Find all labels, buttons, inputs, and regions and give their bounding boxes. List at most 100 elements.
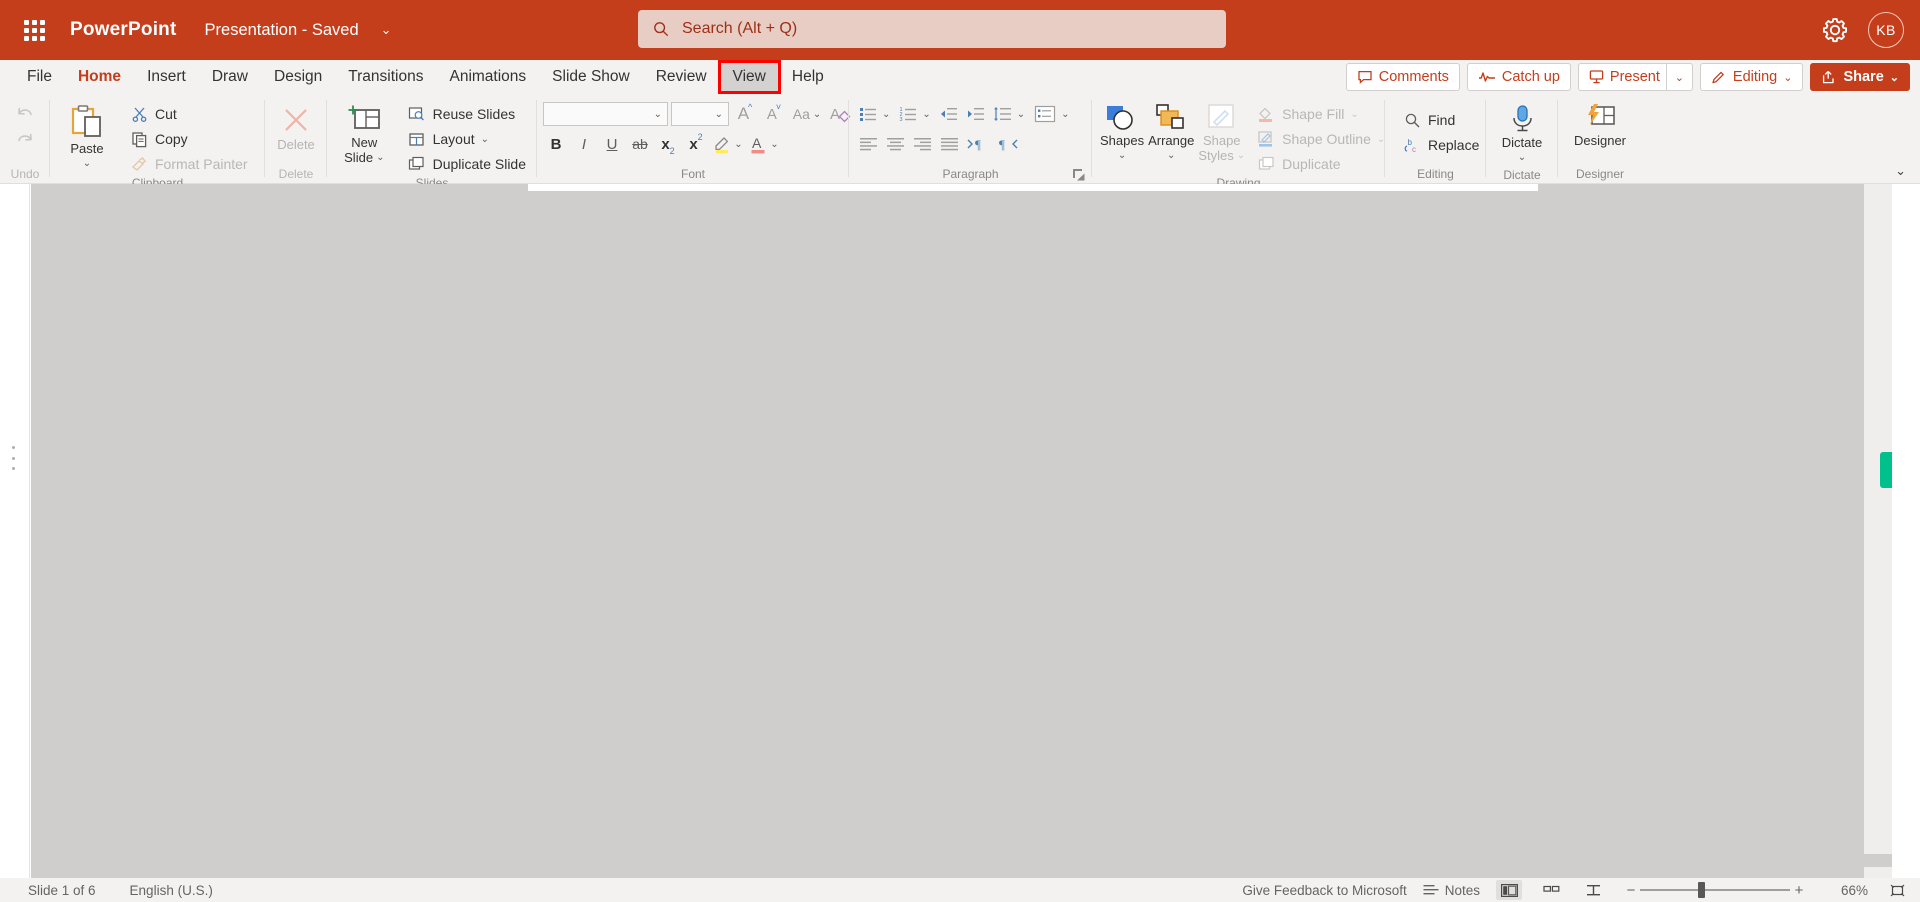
reuse-slides-button[interactable]: Reuse Slides	[402, 102, 531, 126]
slide-count-status[interactable]: Slide 1 of 6	[28, 883, 96, 898]
arrange-chevron-down-icon[interactable]: ⌄	[1167, 149, 1175, 163]
fit-to-window-button[interactable]	[1884, 880, 1910, 900]
text-highlight-button[interactable]: ⌄	[711, 132, 745, 156]
columns-button[interactable]	[1030, 102, 1060, 126]
superscript-button[interactable]: x 2	[683, 132, 709, 156]
slide-canvas[interactable]	[31, 184, 1892, 878]
tab-file[interactable]: File	[14, 62, 65, 92]
duplicate-slide-button[interactable]: Duplicate Slide	[402, 152, 531, 176]
subscript-button[interactable]: x 2	[655, 132, 681, 156]
tab-transitions[interactable]: Transitions	[335, 62, 436, 92]
cut-button[interactable]: Cut	[124, 102, 253, 126]
new-slide-chevron-down-icon[interactable]: ⌄	[376, 151, 384, 165]
bullets-button[interactable]	[855, 102, 881, 126]
zoom-in-button[interactable]: +	[1790, 882, 1808, 899]
language-status[interactable]: English (U.S.)	[130, 883, 213, 898]
present-chevron-down-icon[interactable]: ⌄	[1666, 64, 1692, 90]
increase-font-size-button[interactable]: A ^	[732, 102, 758, 126]
view-reading-button[interactable]	[1580, 880, 1606, 900]
underline-button[interactable]: U	[599, 132, 625, 156]
align-left-button[interactable]	[855, 132, 881, 156]
justify-button[interactable]	[936, 132, 962, 156]
zoom-slider[interactable]: − +	[1622, 882, 1808, 899]
search-box[interactable]: Search (Alt + Q)	[638, 10, 1226, 48]
layout-button[interactable]: Layout ⌄	[402, 127, 531, 151]
numbering-button[interactable]: 1 2 3	[895, 102, 921, 126]
decrease-font-size-button[interactable]: A ˅	[761, 102, 787, 126]
tab-slide-show[interactable]: Slide Show	[539, 62, 643, 92]
tab-animations[interactable]: Animations	[436, 62, 539, 92]
align-center-button[interactable]	[882, 132, 908, 156]
ltr-text-direction-button[interactable]: ¶	[963, 132, 993, 156]
line-spacing-chevron-down-icon[interactable]: ⌄	[1017, 109, 1025, 120]
horizontal-scrollbar[interactable]	[528, 184, 1538, 191]
tab-insert[interactable]: Insert	[134, 62, 199, 92]
slide-thumbnail-pane[interactable]	[0, 184, 30, 878]
zoom-track[interactable]	[1640, 889, 1790, 891]
feedback-button[interactable]: Give Feedback to Microsoft	[1242, 883, 1406, 898]
new-slide-button[interactable]: New Slide ⌄	[333, 100, 396, 168]
copy-button[interactable]: Copy	[124, 127, 253, 151]
view-normal-button[interactable]	[1496, 880, 1522, 900]
bold-button[interactable]: B	[543, 132, 569, 156]
share-chevron-down-icon[interactable]: ⌄	[1890, 71, 1899, 84]
comments-button[interactable]: Comments	[1346, 63, 1460, 91]
pane-splitter-grip[interactable]	[12, 446, 18, 470]
undo-button[interactable]	[12, 102, 38, 126]
tab-review[interactable]: Review	[643, 62, 720, 92]
zoom-out-button[interactable]: −	[1622, 882, 1640, 899]
present-button[interactable]: Present ⌄	[1578, 63, 1693, 91]
line-spacing-button[interactable]	[990, 102, 1016, 126]
replace-button[interactable]: b c Replace	[1397, 133, 1484, 157]
vertical-scrollbar[interactable]	[1864, 184, 1892, 878]
dictate-chevron-down-icon[interactable]: ⌄	[1518, 151, 1526, 165]
gear-icon[interactable]	[1820, 15, 1850, 45]
increase-indent-button[interactable]	[963, 102, 989, 126]
share-button[interactable]: Share ⌄	[1810, 63, 1910, 91]
avatar[interactable]: KB	[1868, 12, 1904, 48]
view-slide-sorter-button[interactable]	[1538, 880, 1564, 900]
italic-button[interactable]: I	[571, 132, 597, 156]
decrease-indent-button[interactable]	[936, 102, 962, 126]
rtl-text-direction-button[interactable]: ¶	[994, 132, 1024, 156]
editing-chevron-down-icon[interactable]: ⌄	[1783, 71, 1792, 84]
zoom-thumb[interactable]	[1698, 882, 1705, 898]
paste-chevron-down-icon[interactable]: ⌄	[83, 157, 91, 171]
font-name-combo[interactable]: ⌄	[543, 102, 668, 126]
tab-help[interactable]: Help	[779, 62, 837, 92]
bullets-chevron-down-icon[interactable]: ⌄	[882, 109, 890, 120]
title-chevron-down-icon[interactable]: ⌄	[381, 22, 392, 38]
numbering-chevron-down-icon[interactable]: ⌄	[922, 109, 930, 120]
tab-design[interactable]: Design	[261, 62, 335, 92]
font-name-chevron-down-icon[interactable]: ⌄	[654, 109, 662, 120]
change-case-chevron-down-icon[interactable]: ⌄	[813, 109, 821, 120]
paragraph-dialog-launcher[interactable]	[1072, 168, 1086, 182]
align-right-button[interactable]	[909, 132, 935, 156]
catch-up-button[interactable]: Catch up	[1467, 63, 1571, 91]
change-case-button[interactable]: Aa ⌄	[790, 102, 824, 126]
paste-button[interactable]: Paste ⌄	[56, 100, 118, 174]
redo-button[interactable]	[12, 128, 38, 152]
strikethrough-button[interactable]: ab	[627, 132, 653, 156]
shapes-chevron-down-icon[interactable]: ⌄	[1118, 149, 1126, 163]
collapse-ribbon-chevron-down-icon[interactable]: ⌄	[1895, 163, 1906, 179]
font-color-button[interactable]: A ⌄	[747, 132, 781, 156]
layout-chevron-down-icon[interactable]: ⌄	[481, 134, 489, 145]
tab-home[interactable]: Home	[65, 62, 134, 92]
find-button[interactable]: Find	[1397, 108, 1484, 132]
notes-button[interactable]: Notes	[1423, 883, 1480, 898]
tab-view[interactable]: View	[720, 62, 779, 92]
font-size-combo[interactable]: ⌄	[671, 102, 729, 126]
font-color-chevron-down-icon[interactable]: ⌄	[770, 139, 778, 150]
editing-button[interactable]: Editing ⌄	[1700, 63, 1804, 91]
columns-chevron-down-icon[interactable]: ⌄	[1061, 109, 1069, 120]
dictate-button[interactable]: Dictate ⌄	[1492, 100, 1552, 168]
arrange-button[interactable]: Arrange ⌄	[1146, 100, 1196, 166]
tab-draw[interactable]: Draw	[199, 62, 261, 92]
app-launcher-icon[interactable]	[14, 10, 54, 50]
zoom-level-label[interactable]: 66%	[1824, 883, 1868, 898]
shapes-button[interactable]: Shapes ⌄	[1098, 100, 1146, 166]
highlight-chevron-down-icon[interactable]: ⌄	[734, 139, 742, 150]
designer-button[interactable]: Designer	[1565, 100, 1635, 151]
scroll-position-marker[interactable]	[1880, 452, 1892, 488]
